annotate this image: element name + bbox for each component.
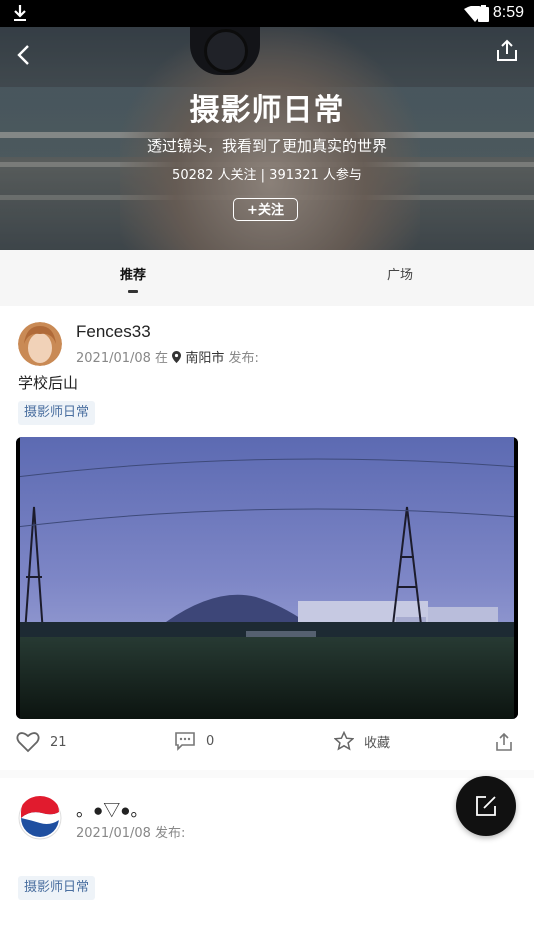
active-tab-indicator <box>128 290 138 293</box>
comment-count: 0 <box>206 733 215 749</box>
like-button[interactable]: 21 <box>16 731 67 753</box>
pepsi-logo-avatar <box>18 796 62 840</box>
post-publish-label: 发布: <box>228 351 259 366</box>
location-pin-icon <box>172 351 182 363</box>
share-icon[interactable] <box>494 38 520 64</box>
avatar[interactable] <box>18 796 62 840</box>
status-time: 8:59 <box>492 4 524 21</box>
post-card[interactable]: Fences33 2021/01/08 在 南阳市 发布: 学校后山 摄影师日常 <box>0 306 534 776</box>
post-photo-image <box>16 437 518 719</box>
post-location[interactable]: 南阳市 <box>185 351 224 366</box>
post-divider <box>0 770 534 778</box>
battery-icon <box>478 5 489 22</box>
like-count: 21 <box>50 734 67 750</box>
post-content: 学校后山 <box>18 374 79 392</box>
post-photo[interactable] <box>16 437 518 719</box>
star-icon <box>334 731 354 751</box>
create-post-button[interactable] <box>456 776 516 836</box>
topic-subtitle: 透过镜头，我看到了更加真实的世界 <box>146 137 387 155</box>
comment-button[interactable]: 0 <box>174 731 214 751</box>
topic-title: 摄影师日常 <box>189 93 345 128</box>
tab-square[interactable]: 广场 <box>340 264 460 283</box>
post-author[interactable]: Fences33 <box>76 322 151 342</box>
heart-icon <box>16 732 40 753</box>
edit-icon <box>476 796 496 816</box>
post-meta: 2021/01/08 在 南阳市 发布: <box>76 347 259 366</box>
post-date: 2021/01/08 发布: <box>76 826 186 841</box>
comment-icon <box>175 732 195 751</box>
post-tag[interactable]: 摄影师日常 <box>18 401 96 425</box>
favorite-button[interactable]: 收藏 <box>334 731 390 751</box>
topic-stats: 50282 人关注 | 391321 人参与 <box>172 168 362 183</box>
status-bar: 8:59 <box>0 0 534 27</box>
follow-button[interactable]: +关注 <box>233 198 298 221</box>
favorite-label: 收藏 <box>364 735 391 751</box>
back-icon[interactable] <box>12 42 38 68</box>
post-card[interactable]: 。●▽●。 2021/01/08 发布: 摄影师日常 <box>0 778 534 949</box>
download-icon <box>14 5 26 21</box>
tab-bar: 推荐 广场 <box>0 250 534 306</box>
tab-recommended[interactable]: 推荐 <box>73 264 193 283</box>
post-date: 2021/01/08 在 <box>76 351 169 366</box>
avatar[interactable] <box>18 322 62 366</box>
avatar-image <box>18 322 62 366</box>
share-icon[interactable] <box>494 732 514 752</box>
post-tag[interactable]: 摄影师日常 <box>18 876 96 900</box>
post-author[interactable]: 。●▽●。 <box>76 796 148 821</box>
